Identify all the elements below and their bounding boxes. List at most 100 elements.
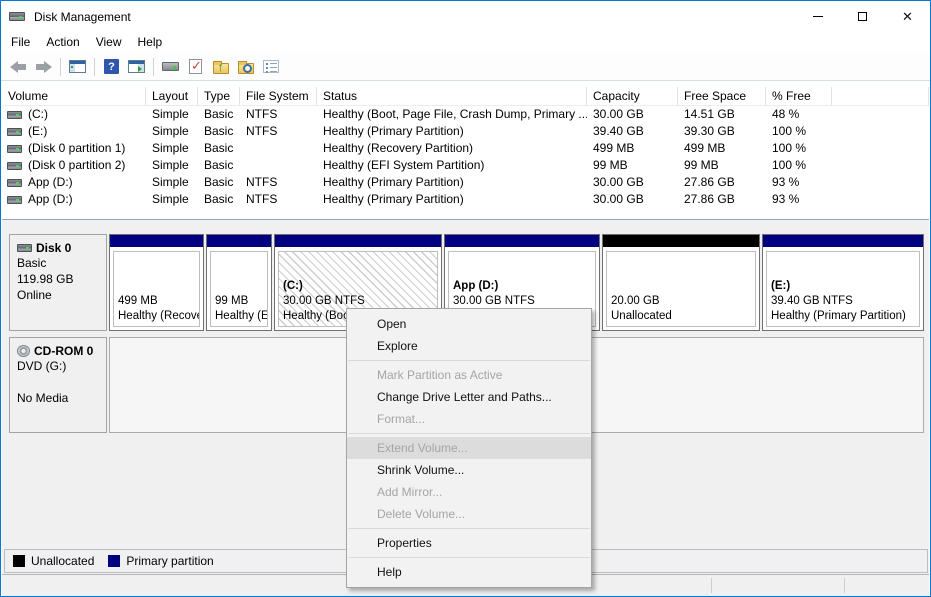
- partition-body: 20.00 GBUnallocated: [606, 251, 756, 327]
- cell-filler: [832, 191, 929, 208]
- close-button[interactable]: [885, 1, 930, 32]
- context-menu-item-change-drive-letter-and-paths[interactable]: Change Drive Letter and Paths...: [347, 386, 591, 408]
- partition-color-band: [110, 235, 203, 247]
- partition-line: 99 MB: [215, 294, 263, 309]
- column-header-volume[interactable]: Volume: [2, 87, 146, 106]
- help-button[interactable]: [99, 55, 124, 79]
- device-icon: [162, 62, 179, 71]
- partition-healthy-efi-system-partition[interactable]: 99 MBHealthy (EFI System Partition): [206, 234, 272, 331]
- cell-capacity: 39.40 GB: [587, 123, 678, 140]
- cell-volume: (Disk 0 partition 2): [2, 157, 146, 174]
- check-document-button[interactable]: [183, 55, 208, 79]
- partition-line: Healthy (Recovery Partition): [118, 309, 195, 324]
- context-menu-separator: [348, 360, 590, 361]
- action-pane-button[interactable]: [124, 55, 149, 79]
- column-header-free_space[interactable]: Free Space: [678, 87, 766, 106]
- toolbar-separator: [153, 58, 154, 76]
- table-row[interactable]: (C:)SimpleBasicNTFSHealthy (Boot, Page F…: [2, 106, 929, 123]
- disk-info-line: Basic: [17, 255, 100, 271]
- volume-name: App (D:): [28, 174, 73, 191]
- forward-arrow-icon: [35, 61, 52, 73]
- folder-search-button[interactable]: [233, 55, 258, 79]
- back-arrow-button[interactable]: [6, 55, 31, 79]
- volume-icon: [7, 196, 22, 204]
- table-row[interactable]: App (D:)SimpleBasicNTFSHealthy (Primary …: [2, 174, 929, 191]
- context-menu-item-explore[interactable]: Explore: [347, 335, 591, 357]
- cell-filler: [832, 157, 929, 174]
- partition-e[interactable]: (E:)39.40 GB NTFSHealthy (Primary Partit…: [762, 234, 924, 331]
- folder-search-icon: [238, 63, 254, 74]
- table-row[interactable]: (Disk 0 partition 2)SimpleBasicHealthy (…: [2, 157, 929, 174]
- disk-management-window: Disk Management FileActionViewHelp Volum…: [0, 0, 931, 597]
- table-row[interactable]: App (D:)SimpleBasicNTFSHealthy (Primary …: [2, 191, 929, 208]
- context-menu-item-open[interactable]: Open: [347, 313, 591, 335]
- table-row[interactable]: (E:)SimpleBasicNTFSHealthy (Primary Part…: [2, 123, 929, 140]
- checklist-button[interactable]: [258, 55, 283, 79]
- disk-label-disk-0[interactable]: Disk 0Basic119.98 GBOnline: [9, 234, 107, 331]
- partition-healthy-recovery-partition[interactable]: 499 MBHealthy (Recovery Partition): [109, 234, 204, 331]
- context-menu-item-shrink-volume[interactable]: Shrink Volume...: [347, 459, 591, 481]
- cell-filler: [832, 123, 929, 140]
- cell-free_space: 99 MB: [678, 157, 766, 174]
- volume-list-pane: VolumeLayoutTypeFile SystemStatusCapacit…: [2, 81, 929, 220]
- column-header-layout[interactable]: Layout: [146, 87, 198, 106]
- partition-line: 20.00 GB: [611, 294, 751, 309]
- partition-line: 30.00 GB NTFS: [453, 294, 591, 309]
- checklist-icon: [263, 60, 279, 73]
- disk-info-line: DVD (G:): [17, 358, 100, 374]
- cell-volume: (Disk 0 partition 1): [2, 140, 146, 157]
- context-menu-item-extend-volume: Extend Volume...: [347, 437, 591, 459]
- volume-icon: [7, 162, 22, 170]
- cell-file_system: NTFS: [240, 123, 317, 140]
- partition-body: (E:)39.40 GB NTFSHealthy (Primary Partit…: [766, 251, 920, 327]
- cell-pct_free: 100 %: [766, 140, 832, 157]
- disk-name: Disk 0: [36, 241, 71, 255]
- partition-color-band: [445, 235, 599, 247]
- legend-color-swatch: [13, 555, 25, 567]
- cell-type: Basic: [198, 174, 240, 191]
- column-header-type[interactable]: Type: [198, 87, 240, 106]
- disk-name-line: Disk 0: [17, 241, 100, 255]
- column-header-pct_free[interactable]: % Free: [766, 87, 832, 106]
- folder-up-button[interactable]: [208, 55, 233, 79]
- check-document-icon: [189, 59, 202, 74]
- disk-info-line: [17, 374, 100, 390]
- partition-unallocated[interactable]: 20.00 GBUnallocated: [602, 234, 760, 331]
- partition-color-band: [603, 235, 759, 247]
- volume-name: (E:): [28, 123, 47, 140]
- disk-label-cd-rom-0[interactable]: CD-ROM 0DVD (G:) No Media: [9, 337, 107, 433]
- menu-action[interactable]: Action: [38, 32, 87, 53]
- help-icon: [104, 59, 119, 74]
- disk-info-line: 119.98 GB: [17, 271, 100, 287]
- folder-up-icon: [213, 63, 229, 74]
- context-menu-separator: [348, 528, 590, 529]
- cell-pct_free: 48 %: [766, 106, 832, 123]
- column-header-file_system[interactable]: File System: [240, 87, 317, 106]
- minimize-icon: [813, 16, 823, 17]
- volume-icon: [7, 111, 22, 119]
- context-menu-item-help[interactable]: Help: [347, 561, 591, 583]
- context-menu-separator: [348, 557, 590, 558]
- partition-line: Healthy (Primary Partition): [771, 309, 915, 324]
- partition-line: Healthy (EFI System Partition): [215, 309, 263, 324]
- column-header-capacity[interactable]: Capacity: [587, 87, 678, 106]
- cell-pct_free: 100 %: [766, 123, 832, 140]
- menu-view[interactable]: View: [88, 32, 130, 53]
- column-header-status[interactable]: Status: [317, 87, 587, 106]
- console-tree-button[interactable]: [65, 55, 90, 79]
- cell-status: Healthy (EFI System Partition): [317, 157, 587, 174]
- table-row[interactable]: (Disk 0 partition 1)SimpleBasicHealthy (…: [2, 140, 929, 157]
- disk-info-line: Online: [17, 287, 100, 303]
- menu-help[interactable]: Help: [130, 32, 171, 53]
- device-button[interactable]: [158, 55, 183, 79]
- status-bar-divider: [844, 578, 845, 593]
- cell-pct_free: 93 %: [766, 174, 832, 191]
- minimize-button[interactable]: [795, 1, 840, 32]
- maximize-button[interactable]: [840, 1, 885, 32]
- disk-name-line: CD-ROM 0: [17, 344, 100, 358]
- context-menu-item-properties[interactable]: Properties: [347, 532, 591, 554]
- cell-layout: Simple: [146, 140, 198, 157]
- menu-file[interactable]: File: [3, 32, 38, 53]
- cell-type: Basic: [198, 191, 240, 208]
- forward-arrow-button[interactable]: [31, 55, 56, 79]
